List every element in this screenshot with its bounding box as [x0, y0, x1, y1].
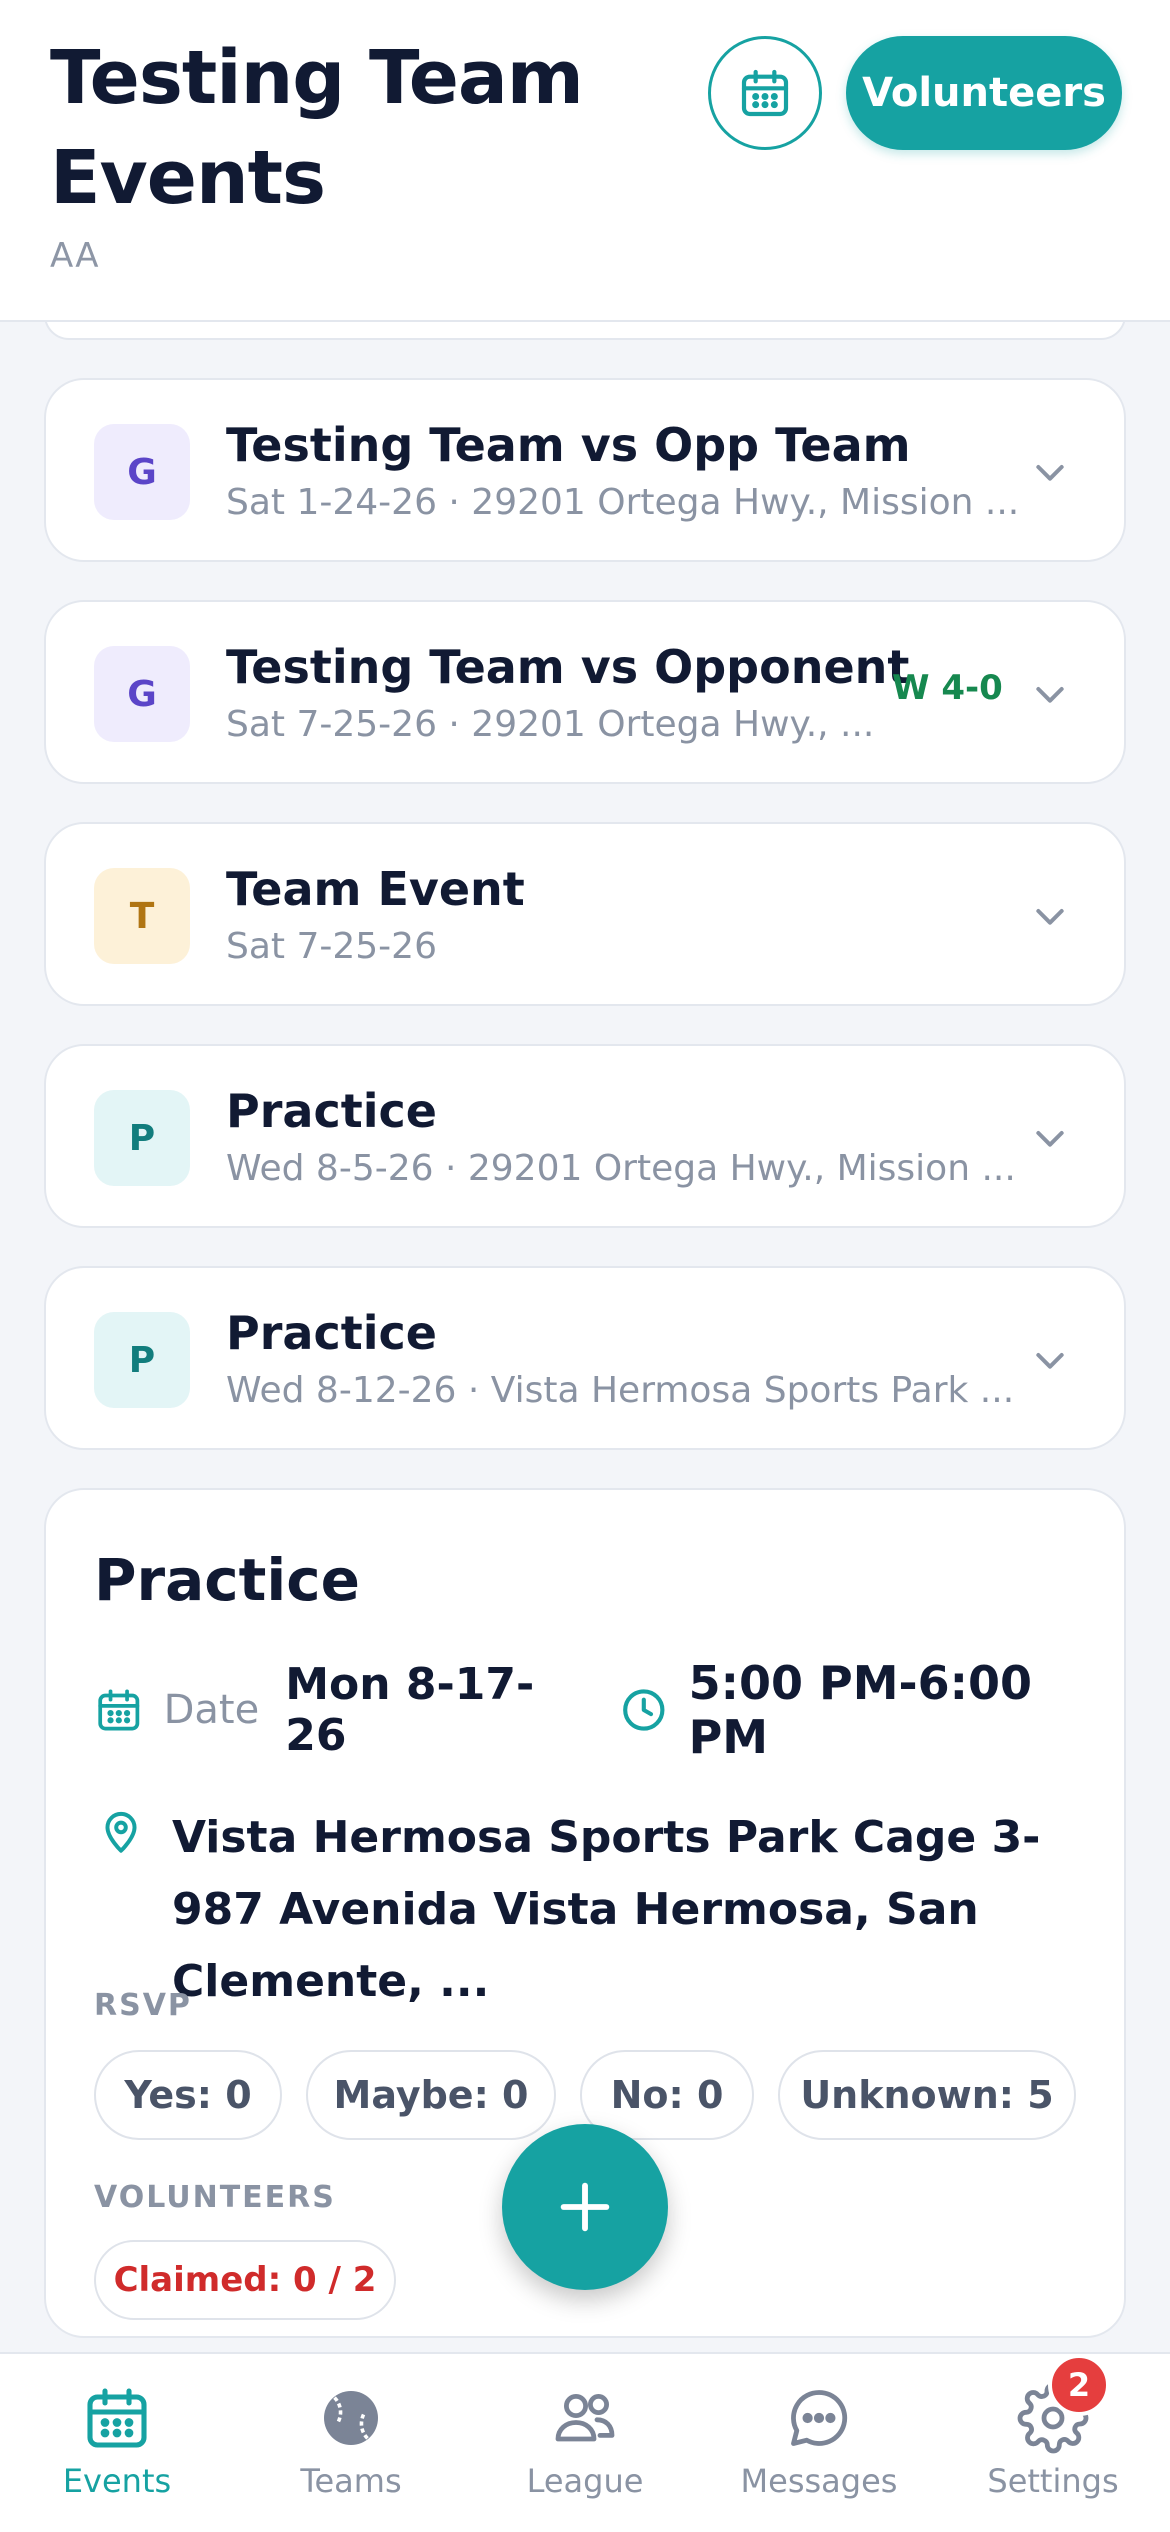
- event-card[interactable]: G Testing Team vs Opp Team Sat 1-24-26 ·…: [44, 378, 1126, 562]
- event-subtitle: Sat 7-25-26: [226, 926, 437, 967]
- chat-icon: [791, 2390, 848, 2446]
- detail-title: Practice: [94, 1546, 360, 1614]
- event-title: Team Event: [226, 862, 525, 916]
- event-subtitle: Sat 1-24-26 · 29201 Ortega Hwy., Mission…: [226, 482, 1020, 523]
- date-time-row: Date Mon 8-17-26 5:00 PM-6:00 PM: [94, 1656, 1124, 1764]
- event-title: Testing Team vs Opp Team: [226, 418, 911, 472]
- volunteers-claimed-pill[interactable]: Claimed: 0 / 2: [94, 2240, 396, 2320]
- event-card[interactable]: T Team Event Sat 7-25-26: [44, 822, 1126, 1006]
- tab-label: League: [526, 2462, 644, 2500]
- tab-league[interactable]: League: [468, 2354, 702, 2532]
- event-title: Practice: [226, 1306, 437, 1360]
- event-type-badge: T: [94, 868, 190, 964]
- chevron-down-icon[interactable]: [1030, 452, 1070, 492]
- date-label: Date: [163, 1687, 260, 1733]
- tab-events[interactable]: Events: [0, 2354, 234, 2532]
- event-address[interactable]: Vista Hermosa Sports Park Cage 3- 987 Av…: [172, 1802, 1092, 2018]
- calendar-icon: [87, 2388, 147, 2448]
- volunteers-button[interactable]: Volunteers: [846, 36, 1122, 150]
- event-type-badge: G: [94, 646, 190, 742]
- event-card[interactable]: P Practice Wed 8-12-26 · Vista Hermosa S…: [44, 1266, 1126, 1450]
- chevron-down-icon[interactable]: [1030, 896, 1070, 936]
- event-title: Practice: [226, 1084, 437, 1138]
- volunteers-label: VOLUNTEERS: [94, 2180, 336, 2215]
- event-subtitle: Sat 7-25-26 · 29201 Ortega Hwy., ...: [226, 704, 875, 745]
- add-event-button[interactable]: [502, 2124, 668, 2290]
- event-date: Mon 8-17-26: [285, 1659, 535, 1761]
- event-subtitle: Wed 8-5-26 · 29201 Ortega Hwy., Mission …: [226, 1148, 1016, 1189]
- tab-messages[interactable]: Messages: [702, 2354, 936, 2532]
- calendar-icon: [98, 1689, 140, 1731]
- people-icon: [555, 2394, 615, 2442]
- rsvp-maybe-pill[interactable]: Maybe: 0: [306, 2050, 556, 2140]
- calendar-view-button[interactable]: [708, 36, 822, 150]
- tab-label: Events: [62, 2462, 172, 2500]
- clock-icon: [623, 1689, 665, 1731]
- event-time: 5:00 PM-6:00 PM: [688, 1656, 1033, 1764]
- event-type-badge: P: [94, 1312, 190, 1408]
- tab-label: Teams: [300, 2462, 402, 2500]
- notification-badge: 2: [1048, 2354, 1110, 2416]
- event-subtitle: Wed 8-12-26 · Vista Hermosa Sports Park …: [226, 1370, 1015, 1411]
- chevron-down-icon[interactable]: [1030, 1340, 1070, 1380]
- rsvp-unknown-pill[interactable]: Unknown: 5: [778, 2050, 1076, 2140]
- plus-icon: [560, 2182, 610, 2232]
- event-title: Testing Team vs Opponent: [226, 640, 910, 694]
- page-title: Testing Team Events: [50, 35, 584, 221]
- baseball-icon: [324, 2391, 378, 2445]
- tab-label: Settings: [987, 2462, 1119, 2500]
- location-pin-icon: [105, 1811, 137, 1853]
- rsvp-label: RSVP: [94, 1988, 192, 2023]
- bottom-tab-bar: Events Teams League Messages Settings: [0, 2352, 1170, 2532]
- event-type-badge: P: [94, 1090, 190, 1186]
- event-type-badge: G: [94, 424, 190, 520]
- tab-label: Messages: [740, 2462, 898, 2500]
- calendar-icon: [741, 69, 789, 117]
- chevron-down-icon[interactable]: [1030, 1118, 1070, 1158]
- tab-teams[interactable]: Teams: [234, 2354, 468, 2532]
- team-code: AA: [50, 236, 100, 276]
- page-header: Testing Team Events AA Volunteers: [0, 0, 1170, 322]
- event-card[interactable]: P Practice Wed 8-5-26 · 29201 Ortega Hwy…: [44, 1044, 1126, 1228]
- game-result: W 4-0: [892, 668, 1003, 708]
- chevron-down-icon[interactable]: [1030, 674, 1070, 714]
- event-card[interactable]: G Testing Team vs Opponent Sat 7-25-26 ·…: [44, 600, 1126, 784]
- rsvp-yes-pill[interactable]: Yes: 0: [94, 2050, 282, 2140]
